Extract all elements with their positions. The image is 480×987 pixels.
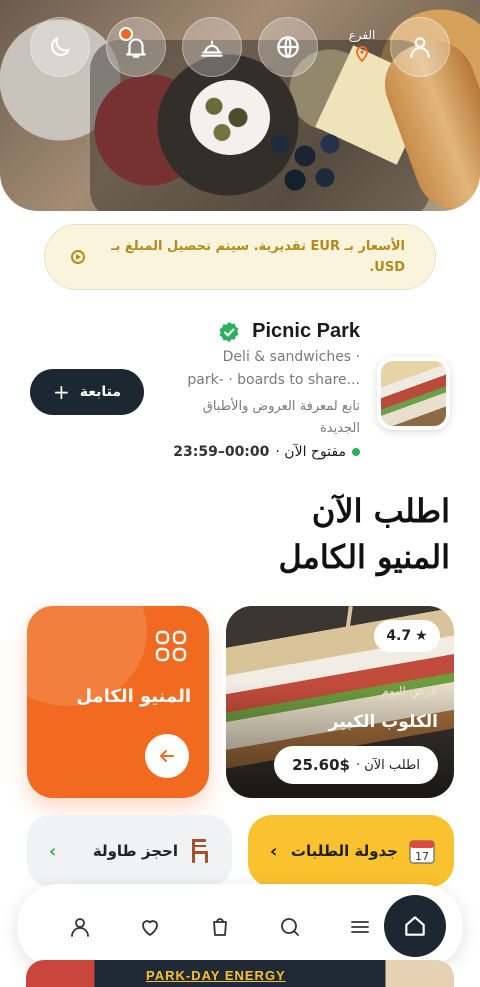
rating-badge: 4.7 ★ [374,620,440,652]
headline-line2: المنيو الكامل [278,538,450,576]
venue-name: Picnic Park [252,320,360,342]
open-status-label: مفتوح الآن · [275,444,346,460]
grid-menu-icon [155,630,187,662]
venue-description-line1: Deli & sandwiches · [222,349,360,365]
hero-olives [190,80,270,155]
nav-cart[interactable] [195,902,245,952]
open-status: مفتوح الآن · 00:00–23:59 [173,444,360,460]
language-button[interactable] [258,17,318,77]
nav-home[interactable] [384,895,446,957]
location-pin-icon [356,46,368,62]
follow-hint: تابع لمعرفة العروض والأطباق الجديدة [202,399,360,436]
chair-icon [192,839,208,863]
verified-badge-icon [219,322,239,342]
user-icon [71,917,89,937]
order-now-label: اطلب الآن · [355,757,420,773]
arrow-left-icon [160,750,174,762]
svg-text:17: 17 [415,850,429,863]
offer-name: الكلوب الكبير [328,712,438,732]
nav-search[interactable] [265,902,315,952]
open-status-dot [352,448,360,456]
rating-value: 4.7 [386,628,412,644]
bag-icon [213,917,227,936]
calendar-icon: 17 [409,840,435,864]
offer-price: 25.60$ [292,756,350,774]
hamburger-icon [351,920,369,933]
opening-hours: 00:00–23:59 [173,444,270,460]
plus-icon: + [52,380,70,404]
schedule-orders-button[interactable]: ‹ جدولة الطلبات 17 [248,815,454,887]
globe-icon [277,36,299,58]
headline-line1: اطلب الآن [311,492,450,530]
chevron-left-icon: ‹ [270,840,278,862]
theme-toggle-button[interactable] [30,17,90,77]
notifications-button[interactable] [106,17,166,77]
nav-menu[interactable] [335,902,385,952]
notification-dot [119,27,133,41]
cloche-icon [201,40,223,57]
profile-button[interactable] [390,17,450,77]
full-menu-card[interactable]: المنيو الكامل [27,606,209,798]
hero-image: الفرع [0,0,480,211]
arrow-left-button[interactable] [145,734,189,778]
hero-grapes [260,120,360,200]
follow-button-label: متابعة [79,384,122,400]
schedule-orders-label: جدولة الطلبات [290,842,398,860]
sandwich-thumbnail [381,361,446,426]
daily-offer-card[interactable]: 4.7 ★ عرض اليوم الكلوب الكبير اطلب الآن … [226,606,454,798]
follow-button[interactable]: متابعة + [30,369,144,415]
page-headline: اطلب الآن المنيو الكامل [278,488,450,580]
nav-favorites[interactable] [125,902,175,952]
venue-description: Deli & sandwiches · park- · boards to sh… [160,346,360,392]
heart-icon [142,919,158,936]
currency-notice: الأسعار بـ EUR تقديرية. سيتم تحصيل المبل… [44,224,436,290]
venue-logo [377,357,450,430]
sandwich-skewer [343,606,353,647]
venue-description-line2: park- · boards to share... [187,372,360,388]
branch-selector[interactable]: الفرع [337,28,387,62]
promo-banner[interactable]: PARK-DAY ENERGY [26,960,454,987]
home-icon [405,916,425,936]
info-play-icon [71,250,85,264]
order-now-button[interactable]: اطلب الآن · 25.60$ [274,746,438,784]
branch-label: الفرع [348,28,376,42]
promo-banner-text: PARK-DAY ENERGY [146,968,286,983]
full-menu-label: المنيو الكامل [76,686,191,707]
offer-tag: عرض اليوم [381,684,438,698]
bottom-navigation [17,884,463,969]
reserve-table-button[interactable]: ‹ احجز طاولة [27,815,232,887]
nav-profile[interactable] [55,902,105,952]
search-icon [281,917,299,936]
notice-text: الأسعار بـ EUR تقديرية. سيتم تحصيل المبل… [111,239,405,275]
user-icon [410,37,430,58]
star-icon: ★ [415,628,428,644]
moon-icon [50,37,70,57]
service-button[interactable] [182,17,242,77]
reserve-table-label: احجز طاولة [92,842,178,860]
chevron-left-icon: ‹ [49,840,57,862]
